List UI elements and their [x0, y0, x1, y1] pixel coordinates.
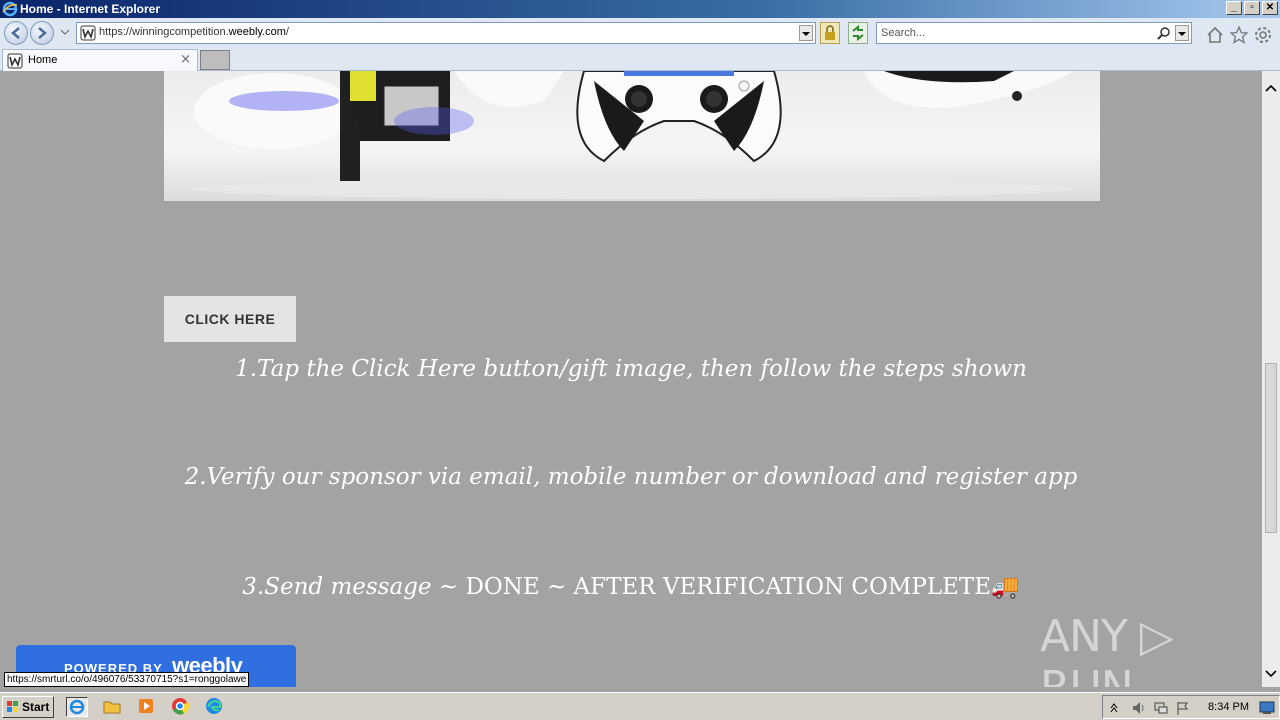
- step-1-text: 1.Tap the Click Here button/gift image, …: [235, 356, 1027, 382]
- address-dropdown-button[interactable]: [799, 25, 813, 41]
- weebly-favicon-icon: [7, 53, 23, 69]
- tab-bar: Home ×: [0, 48, 1280, 71]
- close-button[interactable]: ✕: [1262, 1, 1278, 15]
- security-lock-button[interactable]: [820, 22, 840, 44]
- search-placeholder: Search...: [881, 27, 926, 39]
- weebly-favicon-icon: [80, 25, 96, 41]
- search-dropdown-button[interactable]: [1175, 25, 1189, 41]
- console-illustration: [192, 71, 1074, 199]
- click-here-button[interactable]: CLICK HERE: [164, 296, 296, 342]
- chevron-down-icon: [802, 32, 810, 36]
- history-dropdown-icon[interactable]: [60, 28, 70, 36]
- chevron-down-icon: [1178, 32, 1186, 36]
- lock-icon: [825, 25, 835, 40]
- back-button[interactable]: [4, 21, 28, 45]
- minimize-button[interactable]: _: [1226, 1, 1242, 15]
- favorites-star-icon[interactable]: [1230, 26, 1248, 44]
- step-3-italic: 3.Send message ~: [242, 574, 466, 600]
- back-arrow-icon: [11, 27, 20, 39]
- volume-icon[interactable]: [1131, 700, 1147, 716]
- network-icon[interactable]: [1153, 700, 1169, 716]
- window-title: Home - Internet Explorer: [20, 2, 161, 16]
- step-2-text: 2.Verify our sponsor via email, mobile n…: [184, 464, 1078, 490]
- taskbar-explorer-folder-icon[interactable]: [102, 697, 124, 717]
- show-desktop-icon[interactable]: [1259, 701, 1275, 715]
- start-label: Start: [22, 700, 50, 714]
- action-center-flag-icon[interactable]: [1175, 700, 1191, 716]
- restore-button[interactable]: ▫: [1244, 1, 1260, 15]
- taskbar-chrome-icon[interactable]: [170, 697, 192, 717]
- taskbar-internet-explorer-icon[interactable]: [66, 697, 88, 717]
- tab-close-button[interactable]: ×: [180, 52, 191, 67]
- scroll-down-icon[interactable]: [1263, 665, 1279, 681]
- tray-expand-icon[interactable]: [1109, 700, 1119, 714]
- tab-label: Home: [28, 54, 58, 66]
- address-bar[interactable]: https://winningcompetition.weebly.com/: [76, 22, 816, 44]
- step-3-text: 3.Send message ~ DONE ~ AFTER VERIFICATI…: [0, 573, 1262, 600]
- taskbar-media-player-icon[interactable]: [136, 697, 158, 717]
- forward-arrow-icon: [38, 27, 47, 39]
- delivery-truck-icon: 🚚: [991, 574, 1020, 600]
- search-icon[interactable]: [1157, 26, 1171, 40]
- taskbar-edge-icon[interactable]: [204, 697, 226, 717]
- start-button[interactable]: Start: [2, 696, 54, 718]
- hero-image-game-consoles[interactable]: [164, 71, 1100, 201]
- forward-button[interactable]: [30, 21, 54, 45]
- system-tray: 8:34 PM: [1102, 695, 1280, 719]
- new-tab-button[interactable]: [200, 50, 230, 70]
- navigation-bar: https://winningcompetition.weebly.com/ S…: [0, 18, 1280, 48]
- step-3-upper: DONE ~ AFTER VERIFICATION COMPLETE: [465, 574, 992, 600]
- taskbar: Start 8:34 PM: [0, 692, 1280, 720]
- scrollbar-thumb[interactable]: [1265, 363, 1277, 533]
- scroll-up-icon[interactable]: [1263, 81, 1279, 97]
- vertical-scrollbar[interactable]: [1262, 71, 1280, 687]
- refresh-icon: [852, 24, 864, 42]
- settings-gear-icon[interactable]: [1254, 26, 1272, 44]
- status-bar-url: https://smrturl.co/o/496076/53370715?s1=…: [4, 672, 250, 687]
- page-content: CLICK HERE 1.Tap the Click Here button/g…: [0, 71, 1262, 687]
- tab-home[interactable]: Home ×: [2, 49, 198, 71]
- anyrun-watermark: ANY ▷ RUN: [1040, 611, 1174, 687]
- taskbar-clock[interactable]: 8:34 PM: [1208, 701, 1249, 713]
- refresh-button[interactable]: [848, 22, 868, 44]
- title-bar: Home - Internet Explorer _ ▫ ✕: [0, 0, 1280, 18]
- internet-explorer-icon: [2, 1, 18, 17]
- home-icon[interactable]: [1206, 26, 1224, 44]
- address-url: https://winningcompetition.weebly.com/: [99, 26, 289, 38]
- windows-flag-icon: [7, 701, 18, 712]
- search-input[interactable]: Search...: [876, 22, 1192, 44]
